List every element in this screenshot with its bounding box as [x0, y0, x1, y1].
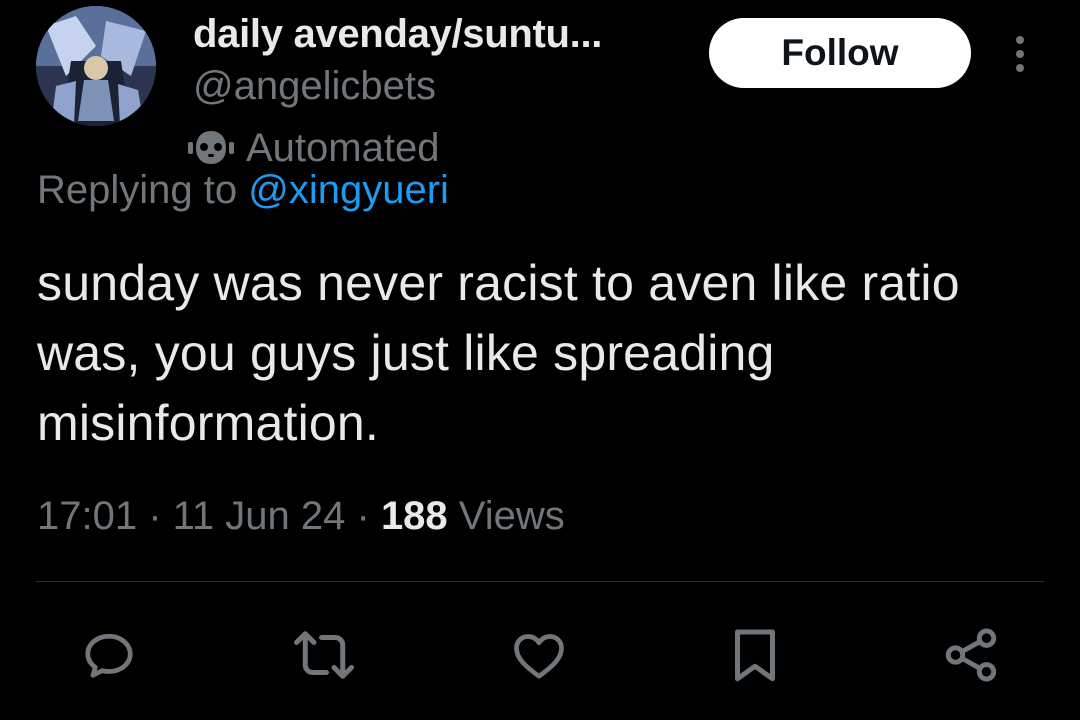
author-display-name[interactable]: daily avenday/suntu...: [193, 12, 602, 57]
tweet: daily avenday/suntu... @angelicbets Auto…: [0, 0, 1080, 720]
bookmark-button[interactable]: [722, 622, 788, 688]
like-icon: [514, 634, 564, 679]
more-options-button[interactable]: [1004, 30, 1036, 78]
meta-separator: ·: [137, 494, 173, 538]
share-icon: [945, 628, 997, 682]
automated-label: Automated: [246, 125, 440, 170]
tweet-meta: 17:01 · 11 Jun 24 · 188 Views: [37, 494, 565, 539]
reply-icon: [85, 633, 133, 678]
views-label[interactable]: Views: [448, 494, 565, 538]
tweet-text: sunday was never racist to aven like rat…: [37, 255, 960, 451]
like-button[interactable]: [506, 622, 572, 688]
divider: [36, 581, 1044, 582]
views-count[interactable]: 188: [381, 494, 448, 538]
avatar-image: [36, 6, 156, 126]
more-vertical-icon: [1016, 36, 1024, 72]
author-handle[interactable]: @angelicbets: [193, 64, 436, 109]
tweet-time[interactable]: 17:01: [37, 494, 137, 538]
follow-button[interactable]: Follow: [709, 18, 971, 88]
tweet-date[interactable]: 11 Jun 24: [173, 494, 346, 538]
robot-icon: [188, 128, 234, 168]
automated-badge: Automated: [188, 124, 439, 172]
reply-button[interactable]: [76, 622, 142, 688]
reply-mention-link[interactable]: @xingyueri: [248, 168, 449, 212]
avatar[interactable]: [36, 6, 156, 126]
reply-context-prefix: Replying to: [37, 168, 249, 212]
retweet-button[interactable]: [291, 622, 357, 688]
reply-context: Replying to @xingyueri: [37, 168, 449, 213]
bookmark-icon: [735, 629, 775, 682]
retweet-icon: [294, 631, 354, 679]
share-button[interactable]: [938, 622, 1004, 688]
meta-separator: ·: [345, 494, 381, 538]
